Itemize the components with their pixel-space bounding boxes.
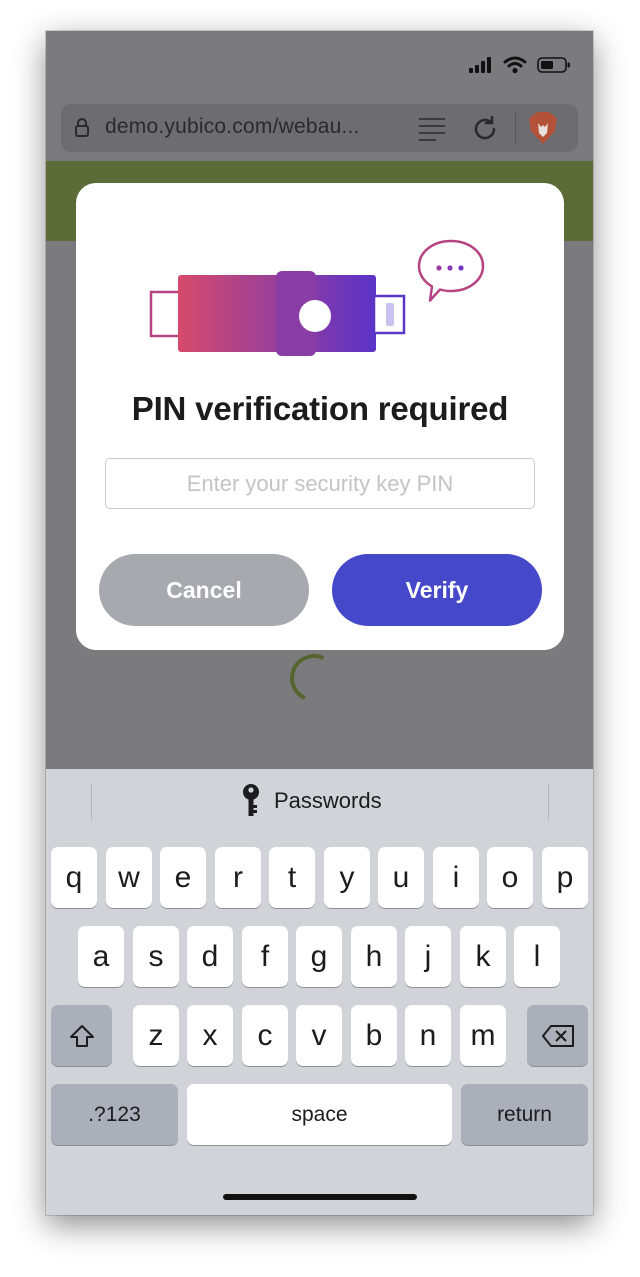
key-p[interactable]: p (542, 847, 588, 908)
key-l[interactable]: l (514, 926, 560, 987)
key-m[interactable]: m (460, 1005, 506, 1066)
suggestion-divider-left (91, 784, 92, 820)
pin-dialog: PIN verification required Cancel Verify (76, 183, 564, 650)
pin-input[interactable] (105, 458, 535, 509)
key-a[interactable]: a (78, 926, 124, 987)
passwords-button[interactable]: Passwords (242, 784, 382, 818)
key-n[interactable]: n (405, 1005, 451, 1066)
key-s[interactable]: s (133, 926, 179, 987)
lock-icon (75, 118, 89, 137)
home-indicator (223, 1194, 417, 1200)
key-k[interactable]: k (460, 926, 506, 987)
url-text[interactable]: demo.yubico.com/webau... (105, 115, 360, 139)
numbers-key[interactable]: .?123 (51, 1084, 178, 1145)
backspace-key[interactable] (527, 1005, 588, 1066)
key-x[interactable]: x (187, 1005, 233, 1066)
loading-spinner (283, 647, 345, 709)
key-o[interactable]: o (487, 847, 533, 908)
passwords-label: Passwords (274, 788, 382, 813)
shift-key[interactable] (51, 1005, 112, 1066)
key-f[interactable]: f (242, 926, 288, 987)
address-bar[interactable]: demo.yubico.com/webau... (61, 104, 578, 152)
key-i[interactable]: i (433, 847, 479, 908)
key-icon (243, 784, 259, 816)
key-r[interactable]: r (215, 847, 261, 908)
key-j[interactable]: j (405, 926, 451, 987)
security-key-illustration (149, 239, 485, 356)
key-t[interactable]: t (269, 847, 315, 908)
key-u[interactable]: u (378, 847, 424, 908)
reader-mode-icon[interactable] (418, 117, 446, 141)
verify-button[interactable]: Verify (332, 554, 542, 626)
cancel-button[interactable]: Cancel (99, 554, 309, 626)
backspace-icon (541, 1024, 574, 1047)
key-e[interactable]: e (160, 847, 206, 908)
shift-icon (69, 1024, 94, 1047)
key-w[interactable]: w (106, 847, 152, 908)
brave-lion-icon[interactable] (527, 111, 559, 145)
space-key[interactable]: space (187, 1084, 452, 1145)
key-d[interactable]: d (187, 926, 233, 987)
suggestion-divider-right (548, 784, 549, 820)
battery-icon (537, 57, 570, 73)
key-v[interactable]: v (296, 1005, 342, 1066)
keyboard: Passwords q w e r t y u i o p a s d f g … (46, 769, 593, 1215)
status-bar (469, 53, 571, 77)
signal-icon (469, 57, 491, 73)
key-y[interactable]: y (324, 847, 370, 908)
keyboard-suggestion-bar: Passwords (46, 769, 593, 839)
key-h[interactable]: h (351, 926, 397, 987)
key-c[interactable]: c (242, 1005, 288, 1066)
key-b[interactable]: b (351, 1005, 397, 1066)
dialog-title: PIN verification required (131, 390, 509, 427)
return-key[interactable]: return (461, 1084, 588, 1145)
reload-icon[interactable] (471, 115, 499, 143)
key-z[interactable]: z (133, 1005, 179, 1066)
toolbar-divider (515, 112, 516, 144)
phone-screen: demo.yubico.com/webau... PIN verificatio… (46, 31, 593, 1215)
wifi-icon (503, 56, 527, 74)
key-g[interactable]: g (296, 926, 342, 987)
key-q[interactable]: q (51, 847, 97, 908)
